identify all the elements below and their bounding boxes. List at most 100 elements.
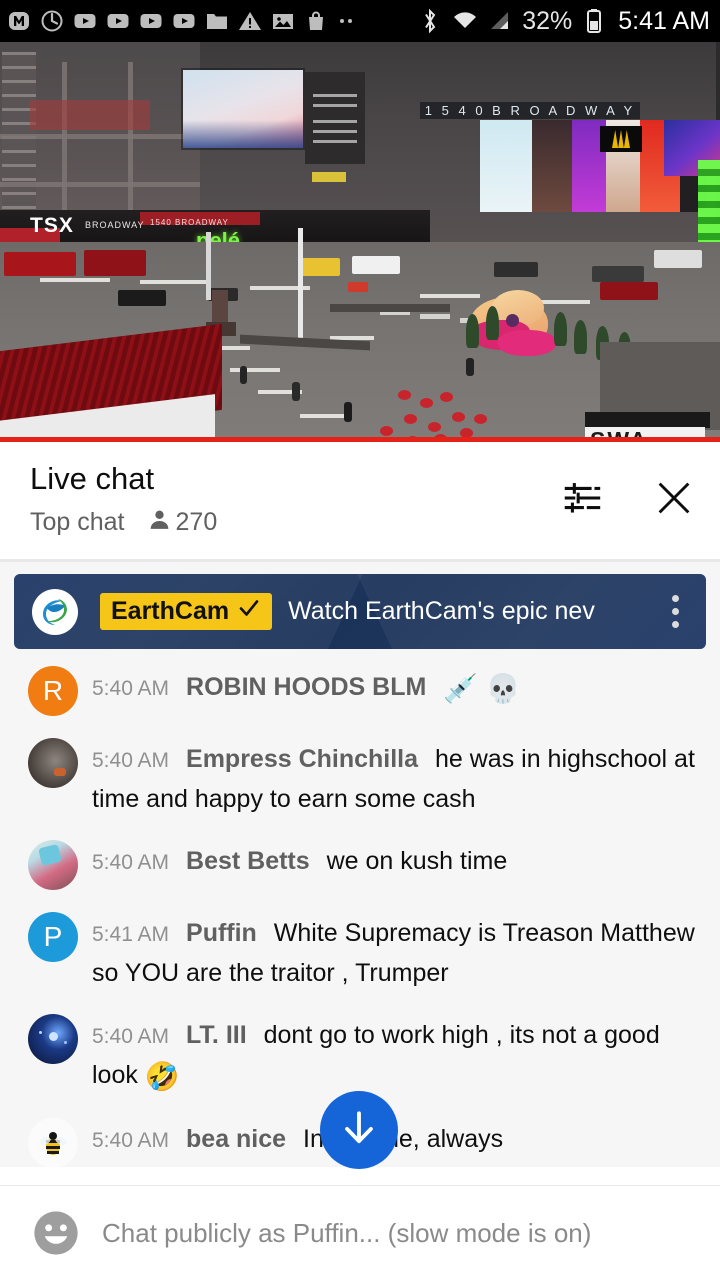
pedestrian [344, 402, 352, 422]
broadway-marquee-sign: 1 5 4 0 B R O A D W A Y [420, 102, 640, 119]
red-van [600, 282, 658, 300]
live-chat-body[interactable]: EarthCam Watch EarthCam's epic nev R 5:4… [0, 562, 720, 1167]
message-timestamp: 5:40 AM [92, 851, 170, 874]
avatar[interactable]: P [28, 912, 78, 962]
banner-message: Watch EarthCam's epic nev [288, 597, 595, 625]
youtube-play-icon [138, 8, 164, 34]
power-clock-icon [39, 8, 65, 34]
van [654, 250, 702, 268]
bee-icon [39, 1132, 67, 1155]
mcdonalds-sign [600, 126, 642, 152]
yellow-sign [312, 172, 346, 182]
earthcam-logo-icon [32, 588, 78, 635]
black-car [118, 290, 166, 306]
times-square-webcam-scene: 1 5 4 0 B R O A D W A Y 1540 BROADWAY TS… [0, 42, 720, 442]
wifi-icon [452, 8, 478, 34]
pedestrian [292, 382, 300, 401]
chat-mode-label[interactable]: Top chat [30, 508, 125, 537]
avatar-letter: R [42, 675, 64, 706]
chat-input-field[interactable]: Chat publicly as Puffin... (slow mode is… [102, 1215, 698, 1251]
chat-message[interactable]: P 5:41 AM Puffin White Supremacy is Trea… [0, 901, 720, 1003]
scroll-to-bottom-button[interactable] [320, 1091, 398, 1169]
banner-channel-name: EarthCam [111, 597, 230, 625]
message-author[interactable]: bea nice [186, 1125, 286, 1153]
broadway-small-label: 1540 BROADWAY [150, 218, 229, 227]
m-badge-icon [6, 8, 32, 34]
more-dots-icon [336, 19, 356, 23]
verified-check-icon [237, 596, 261, 627]
message-content: 5:40 AM LT. III dont go to work high , i… [92, 1014, 704, 1096]
chat-header-actions [558, 474, 698, 522]
beam [0, 182, 200, 187]
car [348, 282, 368, 292]
chat-message[interactable]: 5:40 AM Best Betts we on kush time [0, 829, 720, 901]
message-content: 5:41 AM Puffin White Supremacy is Treaso… [92, 912, 704, 992]
avatar[interactable] [28, 840, 78, 890]
red-panel [30, 100, 150, 130]
youtube-play-icon [171, 8, 197, 34]
message-timestamp: 5:40 AM [92, 1025, 170, 1048]
beam [128, 62, 133, 232]
status-bar-clock: 5:41 AM [618, 6, 710, 35]
warning-triangle-icon [237, 8, 263, 34]
tsx-sign: TSX [30, 214, 74, 237]
message-author[interactable]: Empress Chinchilla [186, 745, 418, 773]
status-bar-system-icons: 32% 5:41 AM [417, 7, 710, 36]
arrow-down-icon [337, 1106, 381, 1155]
message-timestamp: 5:40 AM [92, 677, 170, 700]
avatar[interactable] [28, 1014, 78, 1064]
monument [212, 290, 228, 326]
school-bus [300, 258, 340, 276]
beam [62, 62, 67, 232]
flag-pole [298, 228, 303, 338]
message-author[interactable]: ROBIN HOODS BLM [186, 673, 426, 701]
live-video-player[interactable]: 1 5 4 0 B R O A D W A Y 1540 BROADWAY TS… [0, 42, 720, 442]
message-timestamp: 5:40 AM [92, 749, 170, 772]
youtube-play-icon [105, 8, 131, 34]
white-truck [352, 256, 400, 274]
message-timestamp: 5:41 AM [92, 923, 170, 946]
inflatable-beak-lower [498, 330, 556, 356]
chat-input-bar[interactable]: Chat publicly as Puffin... (slow mode is… [0, 1185, 720, 1280]
pedestrian [466, 358, 474, 376]
close-icon[interactable] [650, 474, 698, 522]
chat-header-subtitle: Top chat 270 [30, 507, 558, 537]
chat-message[interactable]: R 5:40 AM ROBIN HOODS BLM 💉 💀 [0, 655, 720, 727]
avatar[interactable] [28, 1118, 78, 1167]
chat-header-titles: Live chat Top chat 270 [30, 460, 558, 537]
emoji-face-icon[interactable] [28, 1205, 84, 1261]
live-chat-header: Live chat Top chat 270 [0, 442, 720, 559]
pinned-banner[interactable]: EarthCam Watch EarthCam's epic nev [14, 574, 706, 649]
avatar[interactable]: R [28, 666, 78, 716]
message-content: 5:40 AM Best Betts we on kush time [92, 840, 704, 882]
chat-message-list[interactable]: R 5:40 AM ROBIN HOODS BLM 💉 💀 5:40 AM Em… [0, 649, 720, 1167]
avatar[interactable] [28, 738, 78, 788]
page-title: Live chat [30, 461, 155, 496]
message-content: 5:40 AM ROBIN HOODS BLM 💉 💀 [92, 666, 704, 708]
message-content: 5:40 AM bea nice In on time, always [92, 1118, 704, 1160]
overflow-menu-icon[interactable] [658, 595, 692, 628]
status-bar-notification-icons [6, 8, 417, 34]
message-content: 5:40 AM Empress Chinchilla he was in hig… [92, 738, 704, 818]
red-dump-truck [84, 250, 146, 276]
person-icon [147, 507, 172, 537]
viewer-count-group: 270 [147, 507, 218, 537]
banner-channel-badge: EarthCam [100, 593, 273, 630]
car [494, 262, 538, 277]
chat-settings-icon[interactable] [558, 474, 606, 522]
beam [0, 134, 200, 139]
message-emoji: 💉 💀 [443, 673, 521, 704]
broadway-sign: BROADWAY [85, 220, 145, 230]
viewer-count: 270 [175, 507, 218, 536]
message-author[interactable]: Puffin [186, 919, 257, 947]
billboard-large [183, 70, 303, 148]
chat-message[interactable]: 5:40 AM Empress Chinchilla he was in hig… [0, 727, 720, 829]
pedestrian [240, 366, 247, 384]
message-author[interactable]: Best Betts [186, 847, 310, 875]
youtube-play-icon [72, 8, 98, 34]
shopping-bag-icon [303, 8, 329, 34]
message-emoji: 🤣 [144, 1061, 180, 1092]
folder-icon [204, 8, 230, 34]
message-author[interactable]: LT. III [186, 1021, 247, 1049]
message-text: White Supremacy is Treason Matthew so YO… [92, 919, 695, 987]
